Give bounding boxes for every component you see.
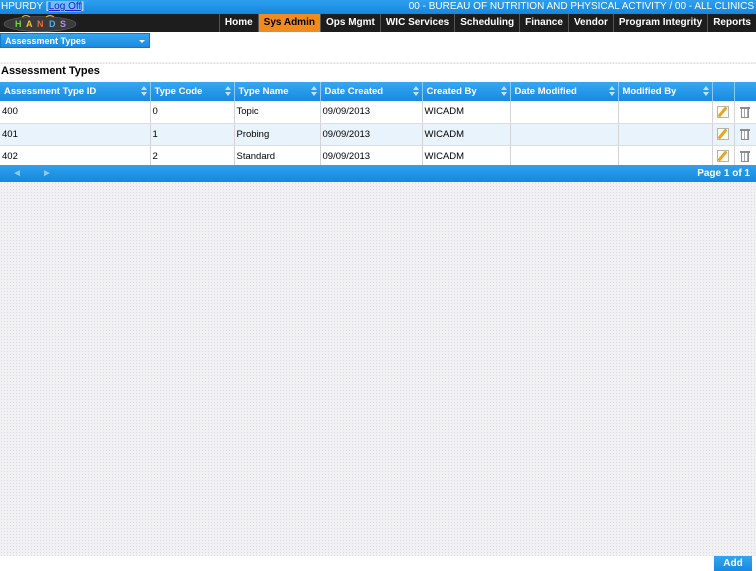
svg-text:A: A <box>26 19 33 29</box>
column-header-created-by[interactable]: Created By <box>422 82 511 101</box>
top-status-bar: HPURDY [Log Off] 00 - BUREAU OF NUTRITIO… <box>0 0 756 14</box>
table-cell: Probing <box>234 123 321 146</box>
chevron-down-icon <box>139 40 145 43</box>
table-cell: Standard <box>234 145 321 168</box>
column-header-label: Modified By <box>622 86 677 97</box>
edit-icon[interactable] <box>717 150 729 162</box>
delete-column-header <box>734 82 756 101</box>
table-cell: 402 <box>0 145 151 168</box>
table-cell <box>618 123 713 146</box>
sort-icon <box>310 86 317 96</box>
table-cell: 09/09/2013 <box>320 123 423 146</box>
page-title: Assessment Types <box>0 64 756 82</box>
table-cell: 0 <box>150 101 235 124</box>
table-cell <box>618 101 713 124</box>
table-cell <box>510 101 619 124</box>
table-row[interactable]: 400 0 Topic 09/09/2013 WICADM <box>0 101 756 124</box>
table-cell: WICADM <box>422 123 511 146</box>
sort-icon <box>702 86 709 96</box>
main-content: Assessment Types Assessment Type ID Type … <box>0 62 756 556</box>
table-cell <box>510 145 619 168</box>
nav-menu: Home Sys Admin Ops Mgmt WIC Services Schedul… <box>218 14 756 32</box>
svg-text:D: D <box>49 19 56 29</box>
hands-logo: H A N D S <box>3 15 77 32</box>
nav-item-finance[interactable]: Finance <box>519 14 568 32</box>
column-header-date-modified[interactable]: Date Modified <box>510 82 619 101</box>
edit-icon[interactable] <box>717 105 729 118</box>
assessment-type-select[interactable]: Assessment Types <box>0 33 150 48</box>
nav-item-reports[interactable]: Reports <box>707 14 756 32</box>
assessment-types-grid: Assessment Type ID Type Code Type Name Date… <box>0 82 756 168</box>
next-page-icon[interactable]: ► <box>42 165 52 182</box>
delete-cell <box>734 101 756 124</box>
trash-icon[interactable] <box>740 150 750 162</box>
column-header-type-name[interactable]: Type Name <box>234 82 321 101</box>
edit-cell <box>712 101 735 124</box>
table-row[interactable]: 402 2 Standard 09/09/2013 WICADM <box>0 145 756 168</box>
agency-label: 00 - BUREAU OF NUTRITION AND PHYSICAL AC… <box>408 1 754 12</box>
nav-item-home[interactable]: Home <box>218 14 258 32</box>
nav-item-wic-services[interactable]: WIC Services <box>379 14 454 32</box>
nav-item-sys-admin[interactable]: Sys Admin <box>257 14 320 32</box>
table-row[interactable]: 401 1 Probing 09/09/2013 WICADM <box>0 123 756 146</box>
table-cell <box>618 145 713 168</box>
trash-icon[interactable] <box>740 106 750 118</box>
svg-text:S: S <box>60 19 66 29</box>
table-cell: 09/09/2013 <box>320 101 423 124</box>
column-header-label: Type Name <box>238 86 289 97</box>
sort-icon <box>500 86 507 96</box>
column-header-assessment-type-id[interactable]: Assessment Type ID <box>0 82 151 101</box>
nav-item-ops-mgmt[interactable]: Ops Mgmt <box>319 14 380 32</box>
svg-text:H: H <box>15 19 22 29</box>
sort-icon <box>608 86 615 96</box>
sort-icon <box>224 86 231 96</box>
nav-item-scheduling[interactable]: Scheduling <box>454 14 519 32</box>
table-cell: 400 <box>0 101 151 124</box>
username: HPURDY <box>1 1 44 12</box>
edit-cell <box>712 123 735 146</box>
sort-icon <box>140 86 147 96</box>
trash-icon[interactable] <box>740 128 750 140</box>
delete-cell <box>734 145 756 168</box>
sort-icon <box>412 86 419 96</box>
table-cell: 2 <box>150 145 235 168</box>
table-cell: 1 <box>150 123 235 146</box>
table-cell: 401 <box>0 123 151 146</box>
column-header-label: Date Modified <box>514 86 577 97</box>
svg-text:N: N <box>37 19 44 29</box>
column-header-label: Created By <box>426 86 477 97</box>
column-header-date-created[interactable]: Date Created <box>320 82 423 101</box>
delete-cell <box>734 123 756 146</box>
nav-item-program-integrity[interactable]: Program Integrity <box>612 14 707 32</box>
main-nav-bar: H A N D S Home Sys Admin Ops Mgmt WIC Servi… <box>0 14 756 32</box>
logoff-link[interactable]: Log Off <box>48 1 82 12</box>
table-cell: Topic <box>234 101 321 124</box>
edit-cell <box>712 145 735 168</box>
column-header-label: Date Created <box>324 86 384 97</box>
column-header-modified-by[interactable]: Modified By <box>618 82 713 101</box>
nav-item-vendor[interactable]: Vendor <box>567 14 613 32</box>
add-button[interactable]: Add <box>714 556 752 571</box>
table-cell: WICADM <box>422 145 511 168</box>
column-header-label: Assessment Type ID <box>4 86 97 97</box>
column-header-label: Type Code <box>154 86 203 97</box>
column-header-type-code[interactable]: Type Code <box>150 82 235 101</box>
page-info: Page 1 of 1 <box>697 168 750 179</box>
footer-bar: Add <box>0 556 756 571</box>
edit-icon[interactable] <box>717 128 729 140</box>
select-value: Assessment Types <box>5 36 86 46</box>
edit-column-header <box>712 82 735 101</box>
table-cell: WICADM <box>422 101 511 124</box>
prev-page-icon[interactable]: ◄ <box>12 165 22 182</box>
user-info: HPURDY [Log Off] <box>1 1 85 12</box>
grid-pager: ◄ ► Page 1 of 1 <box>0 165 756 182</box>
table-cell <box>510 123 619 146</box>
table-cell: 09/09/2013 <box>320 145 423 168</box>
